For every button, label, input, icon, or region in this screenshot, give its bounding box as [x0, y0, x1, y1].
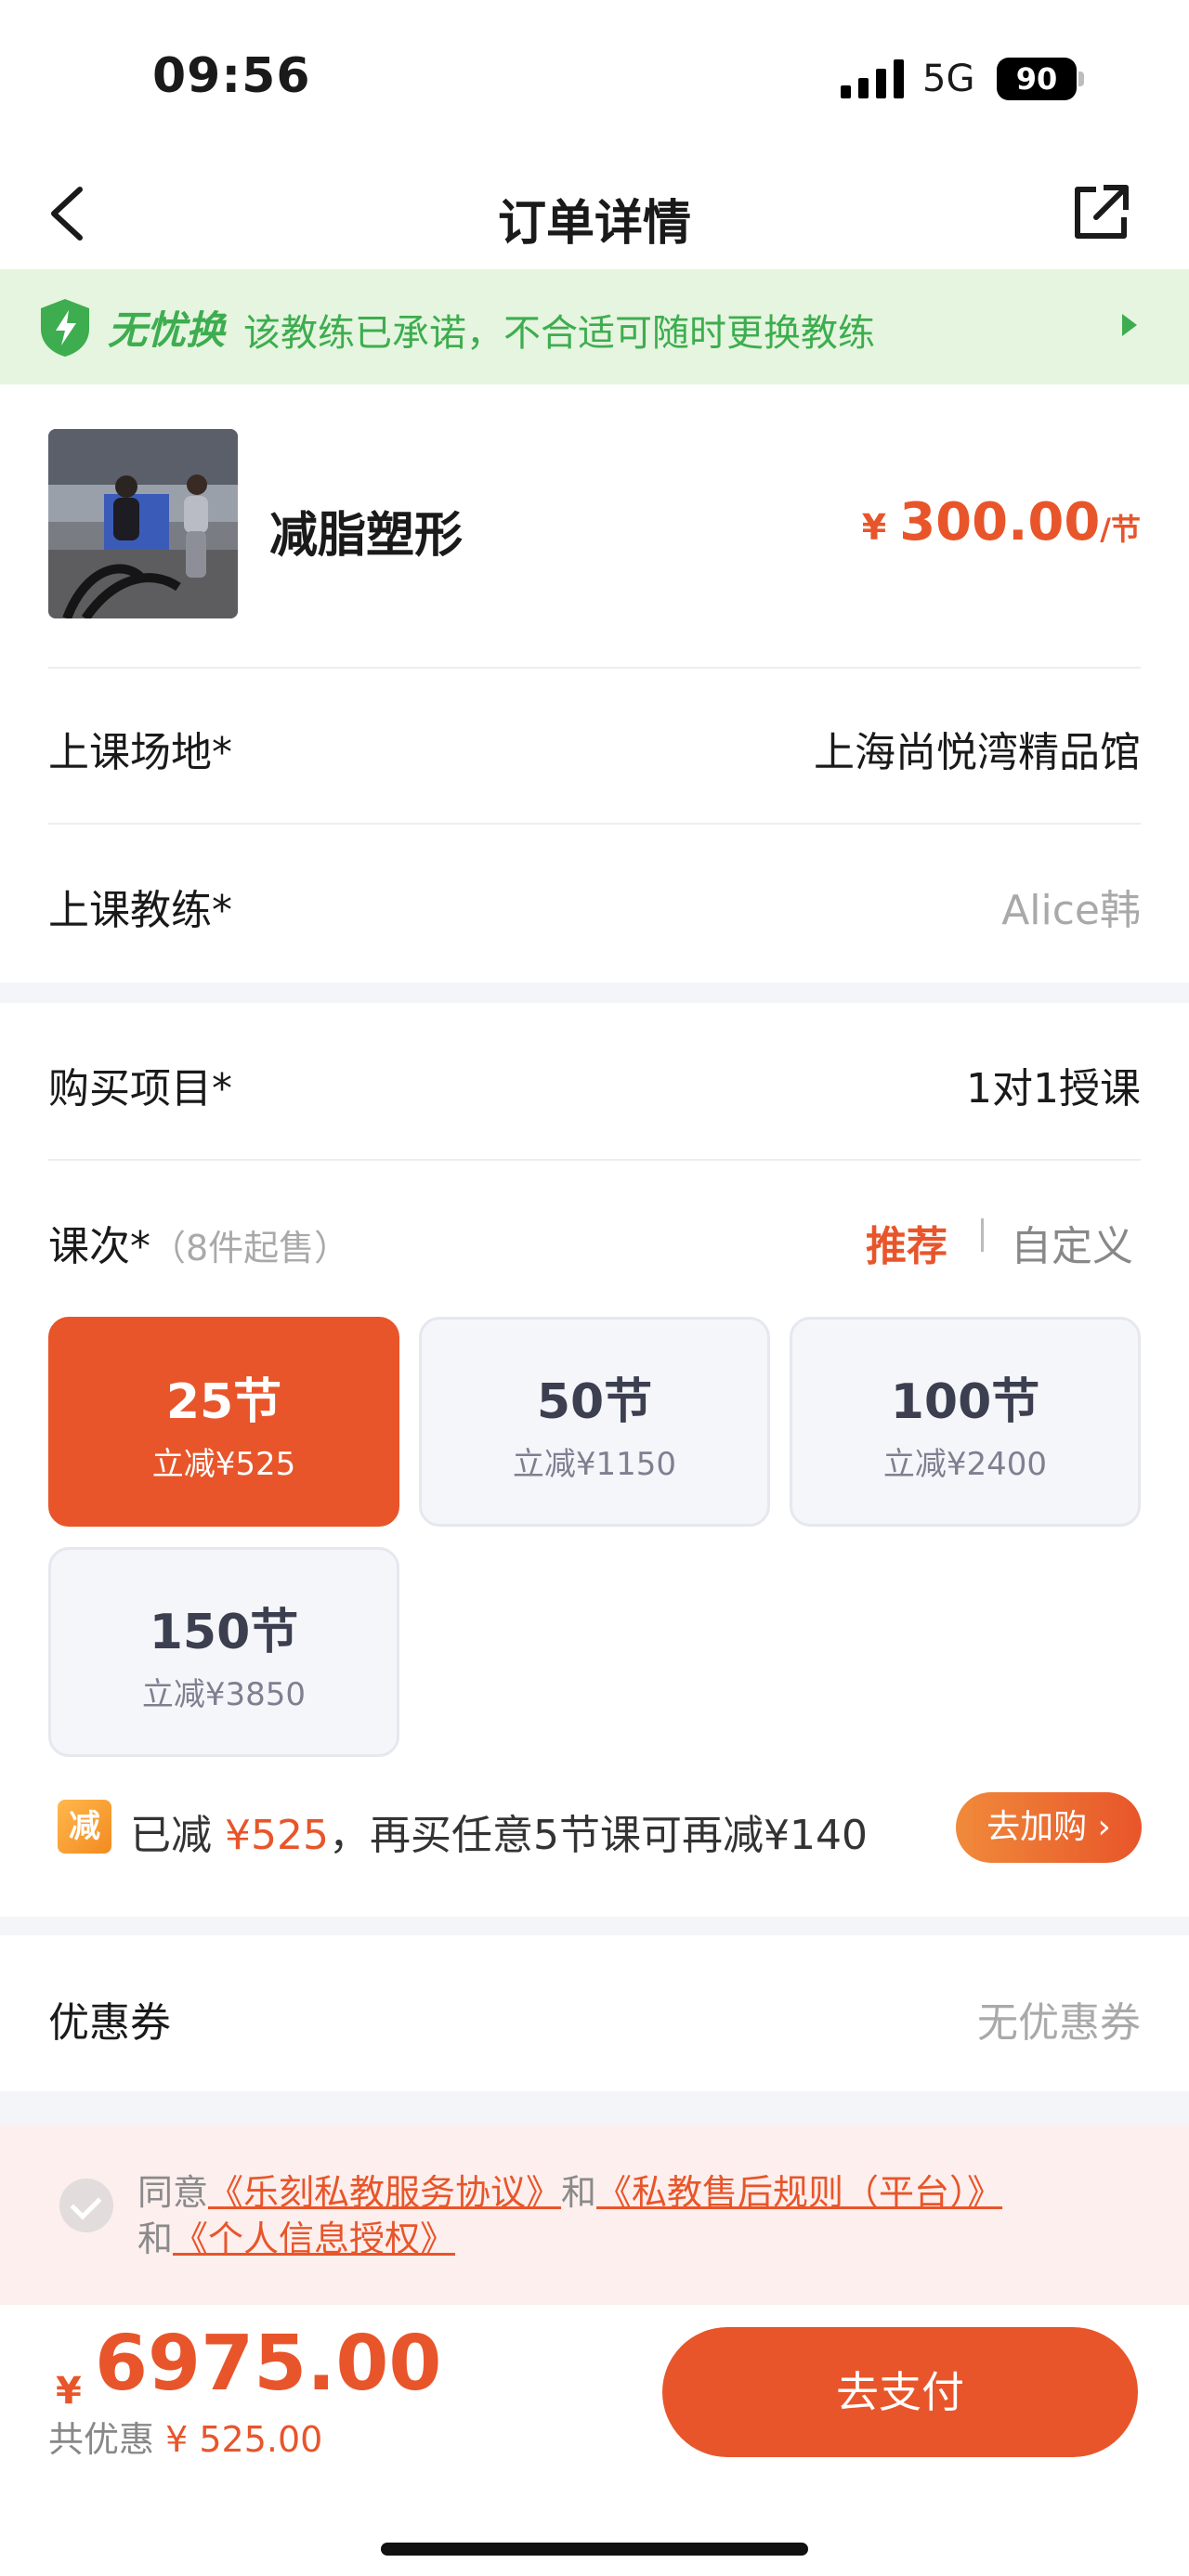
and-text: 和 [561, 2172, 597, 2213]
tab-recommend[interactable]: 推荐 [866, 1213, 947, 1272]
option-discount: 立减¥2400 [882, 1446, 1048, 1483]
discount-info: 已减 ¥525，再买任意5节课可再减¥140 [130, 1802, 868, 1861]
product-price: ¥300.00/节 [862, 492, 1141, 553]
status-time: 09:56 [152, 48, 311, 104]
product-name: 减脂塑形 [269, 508, 464, 564]
agreement-line-2: 和《个人信息授权》 [137, 2210, 455, 2261]
and-text: 和 [137, 2218, 174, 2259]
chevron-right-icon: › [1087, 1808, 1111, 1846]
sessions-label: 课次* [48, 1223, 150, 1270]
option-sessions: 150节 [149, 1605, 299, 1660]
discount-prefix: 已减 [130, 1812, 212, 1859]
session-option-150[interactable]: 150节 立减¥3850 [48, 1547, 399, 1757]
coach-value[interactable]: Alice韩 [1001, 877, 1141, 936]
total-amount: 6975.00 [95, 2320, 442, 2408]
home-indicator [381, 2543, 808, 2556]
sessions-hint: （8件起售） [150, 1228, 350, 1268]
session-option-100[interactable]: 100节 立减¥2400 [790, 1317, 1141, 1527]
page-title: 订单详情 [497, 196, 691, 252]
savings-amount: ¥ 525.00 [165, 2419, 323, 2460]
coupon-value[interactable]: 无优惠券 [977, 1989, 1141, 2049]
option-discount: 立减¥3850 [141, 1676, 307, 1713]
coach-swap-banner[interactable]: 无忧换 该教练已承诺，不合适可随时更换教练 [0, 269, 1189, 384]
coupon-label: 优惠券 [48, 1999, 171, 2047]
divider [48, 823, 1141, 825]
price-currency: ¥ [861, 507, 887, 548]
battery-level: 90 [1015, 61, 1058, 97]
promise-text: 该教练已承诺，不合适可随时更换教练 [243, 312, 875, 355]
venue-value[interactable]: 上海尚悦湾精品馆 [814, 719, 1141, 778]
shield-lightning-icon [41, 299, 89, 357]
navigation-bar: 订单详情 [0, 158, 1189, 269]
item-value[interactable]: 1对1授课 [966, 1055, 1141, 1114]
price-value: 300.00 [899, 492, 1101, 553]
service-agreement-link[interactable]: 《乐刻私教服务协议》 [208, 2172, 561, 2213]
section-gap [0, 1917, 1189, 1935]
session-option-50[interactable]: 50节 立减¥1150 [419, 1317, 770, 1527]
section-gap [0, 982, 1189, 1003]
play-arrow-icon [1122, 314, 1137, 336]
battery-icon: 90 [997, 58, 1084, 100]
agree-checkbox[interactable] [59, 2179, 113, 2232]
agree-text: 同意 [137, 2172, 209, 2213]
venue-label: 上课场地* [48, 729, 232, 776]
session-option-25[interactable]: 25节 立减¥525 [48, 1317, 399, 1527]
option-sessions: 50节 [536, 1374, 653, 1430]
tab-separator [981, 1218, 984, 1252]
option-sessions: 25节 [165, 1374, 282, 1430]
share-icon[interactable] [1068, 180, 1133, 245]
sessions-label-row: 课次*（8件起售） [48, 1213, 349, 1272]
coach-label: 上课教练* [48, 887, 232, 934]
tab-custom[interactable]: 自定义 [1011, 1213, 1133, 1272]
savings-label: 共优惠 [48, 2419, 155, 2460]
cellular-signal-icon [841, 59, 904, 98]
add-more-label: 去加购 [986, 1808, 1088, 1846]
option-discount: 立减¥525 [151, 1446, 296, 1483]
option-discount: 立减¥1150 [512, 1446, 677, 1483]
option-sessions: 100节 [890, 1374, 1040, 1430]
discount-tag-icon: 减 [58, 1800, 111, 1854]
checkout-bar: ¥ 6975.00 共优惠 ¥ 525.00 去支付 [0, 2305, 1189, 2576]
add-more-button[interactable]: 去加购 › [956, 1792, 1142, 1863]
savings-info: 共优惠 ¥ 525.00 [48, 2411, 322, 2462]
total-currency: ¥ [56, 2370, 82, 2413]
agreement-line-1: 同意《乐刻私教服务协议》和《私教售后规则（平台）》 [137, 2164, 1002, 2215]
order-detail-page: 09:56 5G 90 订单详情 无忧换 该教练已承诺，不合适可随时更换教练 减… [0, 0, 1189, 2576]
divider [48, 1159, 1141, 1161]
status-bar: 09:56 5G 90 [0, 0, 1189, 158]
discount-suffix: ，再买任意5节课可再减¥140 [328, 1812, 868, 1859]
price-unit: /节 [1100, 512, 1141, 547]
after-sales-rules-link[interactable]: 《私教售后规则（平台）》 [596, 2172, 1002, 2213]
promise-brand: 无忧换 [108, 307, 226, 353]
product-thumbnail [48, 429, 238, 618]
privacy-authorization-link[interactable]: 《个人信息授权》 [173, 2218, 455, 2259]
divider [48, 667, 1141, 669]
pay-button[interactable]: 去支付 [662, 2327, 1138, 2457]
section-gap [0, 2091, 1189, 2125]
item-label: 购买项目* [48, 1065, 232, 1112]
discount-amount: ¥525 [225, 1812, 329, 1859]
agreement-panel: 同意《乐刻私教服务协议》和《私教售后规则（平台）》 和《个人信息授权》 [0, 2125, 1189, 2305]
network-type: 5G [922, 58, 975, 100]
